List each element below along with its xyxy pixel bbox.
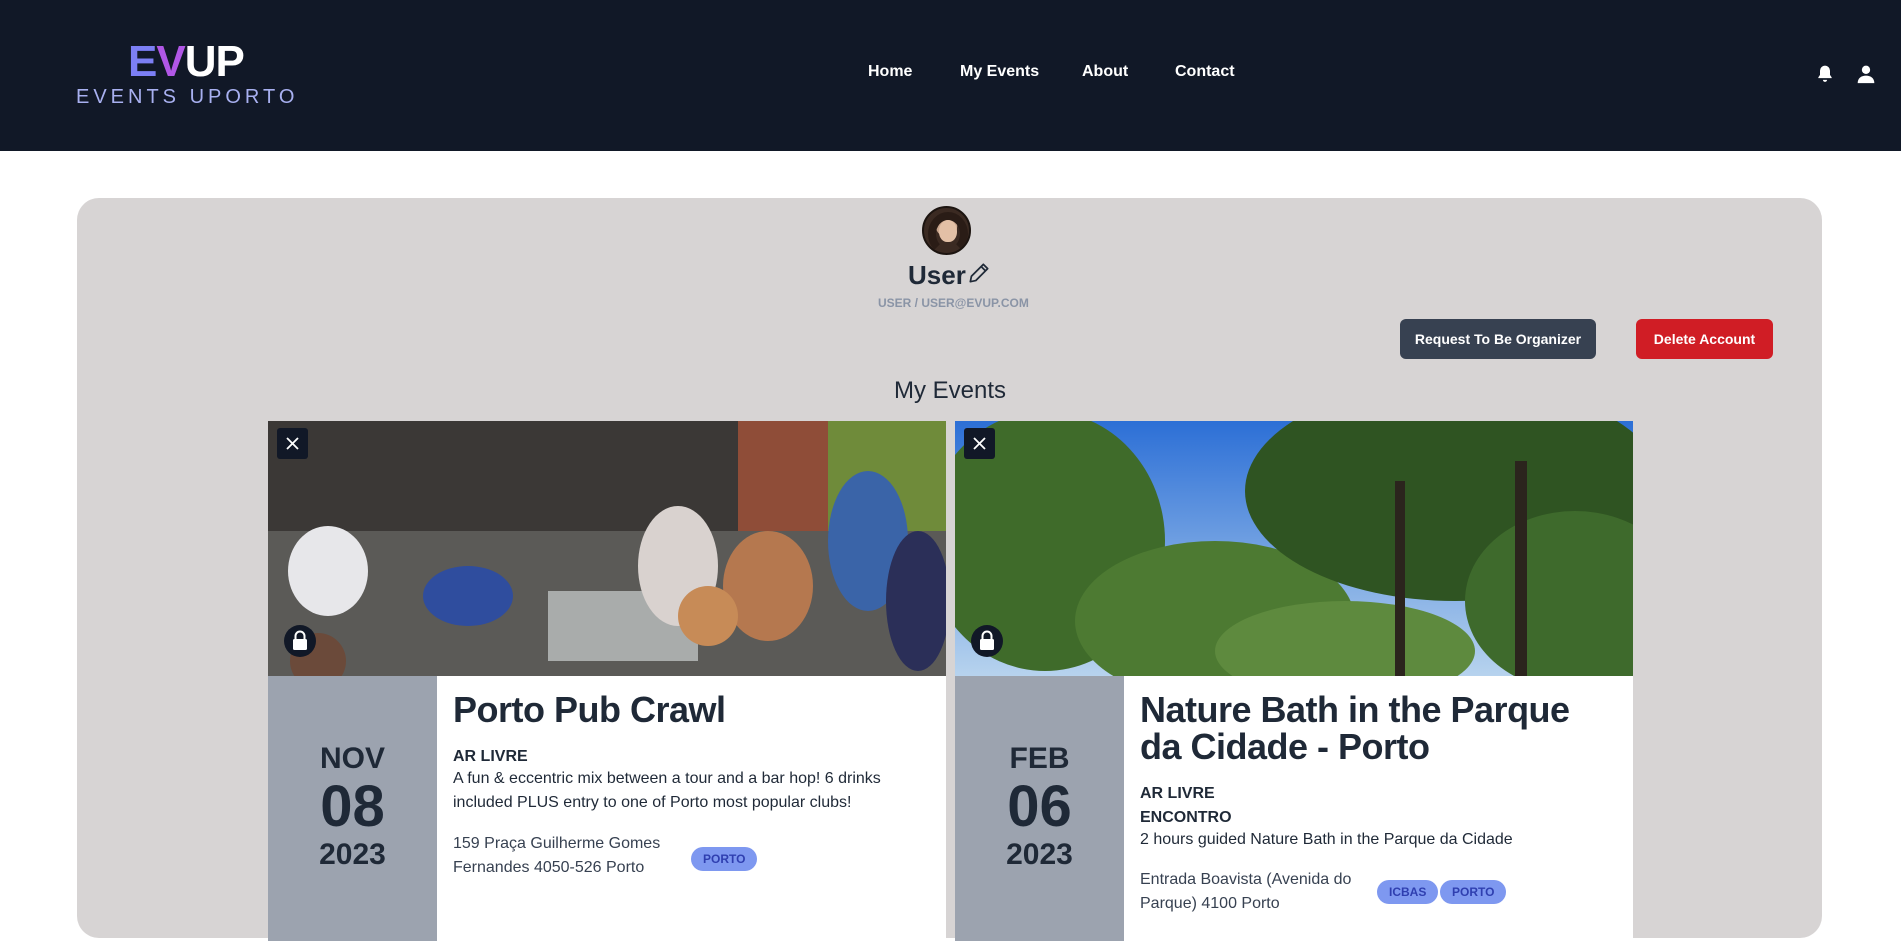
bell-icon[interactable] <box>1815 64 1835 84</box>
profile-name: User <box>908 260 966 290</box>
lock-icon <box>971 625 1003 657</box>
lock-icon <box>284 625 316 657</box>
event-details: Porto Pub Crawl AR LIVRE A fun & eccentr… <box>453 691 933 815</box>
event-location: Entrada Boavista (Avenida do Parque) 410… <box>1140 871 1352 912</box>
event-month: NOV <box>319 742 385 775</box>
event-year: 2023 <box>319 838 386 871</box>
main-nav: Home My Events About Contact <box>0 63 1901 87</box>
event-date: FEB 06 2023 <box>955 676 1124 941</box>
my-events-heading: My Events <box>894 377 1007 404</box>
event-year: 2023 <box>1006 838 1073 871</box>
event-title[interactable]: Porto Pub Crawl <box>453 691 933 728</box>
location-badge[interactable]: PORTO <box>691 847 758 871</box>
event-description: 2 hours guided Nature Bath in the Parque… <box>1140 831 1513 848</box>
event-tag: AR LIVRE <box>453 748 528 765</box>
event-image <box>268 421 946 676</box>
event-image <box>955 421 1633 676</box>
location-badge[interactable]: ICBAS <box>1377 880 1439 904</box>
remove-event-button[interactable] <box>277 428 308 459</box>
close-icon <box>973 437 986 450</box>
event-card[interactable]: FEB 06 2023 Nature Bath in the Parque da… <box>955 421 1633 941</box>
close-icon <box>286 437 299 450</box>
event-day: 06 <box>1007 774 1072 839</box>
request-organizer-button[interactable]: Request To Be Organizer <box>1400 319 1596 359</box>
nav-contact[interactable]: Contact <box>1175 63 1235 81</box>
profile-username-email: USER / USER@EVUP.COM <box>878 296 1029 310</box>
location-badge[interactable]: PORTO <box>1440 880 1507 904</box>
pencil-icon[interactable] <box>966 260 992 286</box>
delete-account-button[interactable]: Delete Account <box>1636 319 1773 359</box>
event-title[interactable]: Nature Bath in the Parque da Cidade - Po… <box>1140 691 1620 765</box>
event-details: Nature Bath in the Parque da Cidade - Po… <box>1140 691 1620 852</box>
nav-my-events[interactable]: My Events <box>960 63 1039 81</box>
event-tag: ENCONTRO <box>1140 809 1232 826</box>
top-navbar: EVUP EVENTS UPORTO Home My Events About … <box>0 0 1901 151</box>
logo-subtitle: EVENTS UPORTO <box>76 86 299 108</box>
event-day: 08 <box>320 774 385 839</box>
event-description: A fun & eccentric mix between a tour and… <box>453 770 881 811</box>
avatar <box>922 206 971 255</box>
event-date: NOV 08 2023 <box>268 676 437 941</box>
event-card[interactable]: NOV 08 2023 Porto Pub Crawl AR LIVRE A f… <box>268 421 946 941</box>
event-location: 159 Praça Guilherme Gomes Fernandes 4050… <box>453 835 661 876</box>
event-month: FEB <box>1009 742 1070 775</box>
nav-about[interactable]: About <box>1082 63 1128 81</box>
event-tag: AR LIVRE <box>1140 785 1215 802</box>
user-icon[interactable] <box>1856 64 1876 84</box>
nav-home[interactable]: Home <box>868 63 912 81</box>
remove-event-button[interactable] <box>964 428 995 459</box>
